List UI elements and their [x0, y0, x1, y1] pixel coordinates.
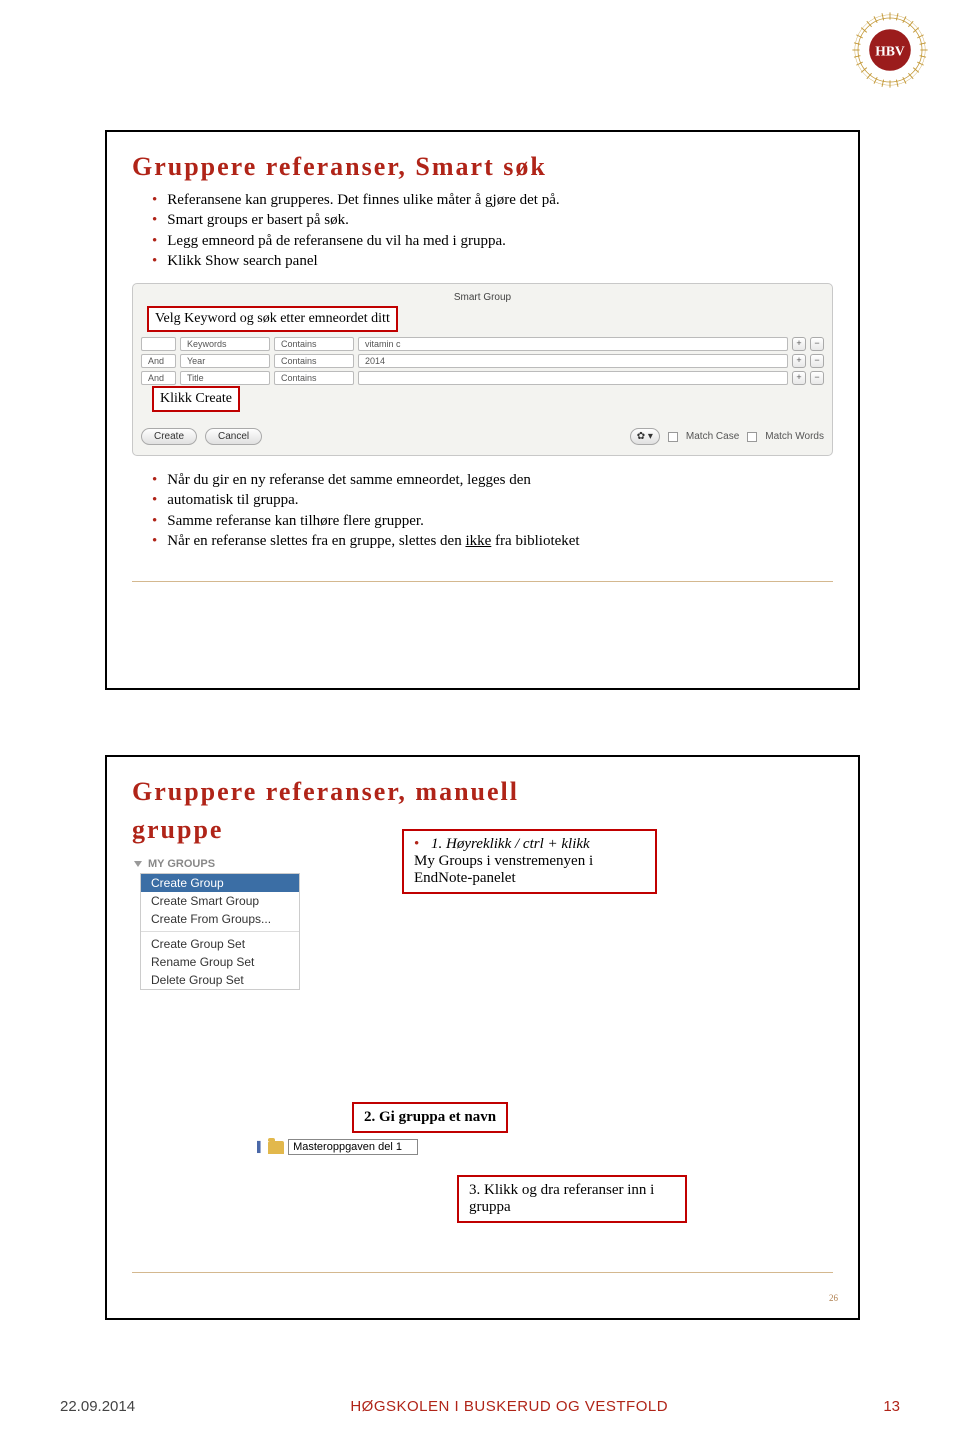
value-input[interactable]: vitamin c — [358, 337, 788, 351]
search-row: And Year Contains 2014 + − — [141, 354, 824, 368]
step3-text: 3. Klikk og dra referanser inn i gruppa — [469, 1182, 654, 1215]
bullet: automatisk til gruppa. — [152, 490, 833, 510]
value-input[interactable]: 2014 — [358, 354, 788, 368]
group-name-row: ▌ Masteroppgaven del 1 — [257, 1139, 418, 1155]
match-words-label: Match Words — [765, 431, 824, 442]
remove-row-icon[interactable]: − — [810, 337, 824, 351]
cancel-button[interactable]: Cancel — [205, 428, 262, 445]
add-row-icon[interactable]: + — [792, 371, 806, 385]
bullet: Legg emneord på de referansene du vil ha… — [152, 231, 833, 251]
search-row: And Title Contains + − — [141, 371, 824, 385]
menu-delete-group-set[interactable]: Delete Group Set — [141, 971, 299, 989]
label-create-callout: Klikk Create — [152, 386, 240, 412]
hbv-logo: HBV — [850, 10, 930, 90]
match-words-checkbox[interactable] — [747, 432, 757, 442]
remove-row-icon[interactable]: − — [810, 354, 824, 368]
bool-select[interactable]: And — [141, 371, 176, 385]
bool-select[interactable]: And — [141, 354, 176, 368]
remove-row-icon[interactable]: − — [810, 371, 824, 385]
label-keyword-callout: Velg Keyword og søk etter emneordet ditt — [147, 306, 398, 332]
step1-callout: 1. Høyreklikk / ctrl + klikk My Groups i… — [402, 829, 657, 894]
context-menu: Create Group Create Smart Group Create F… — [140, 873, 300, 990]
smart-group-screenshot: Velg Keyword og søk etter emneordet ditt… — [132, 283, 833, 456]
add-row-icon[interactable]: + — [792, 337, 806, 351]
my-groups-panel: MY GROUPS Create Group Create Smart Grou… — [132, 855, 302, 990]
match-case-label: Match Case — [686, 431, 739, 442]
footer-org: HØGSKOLEN I BUSKERUD OG VESTFOLD — [350, 1398, 668, 1415]
add-row-icon[interactable]: + — [792, 354, 806, 368]
slide2-title-l1: Gruppere referanser, manuell — [132, 777, 833, 807]
op-select[interactable]: Contains — [274, 337, 354, 351]
panel-bottom-bar: Create Cancel ✿ ▾ Match Case Match Words — [141, 428, 824, 445]
op-select[interactable]: Contains — [274, 354, 354, 368]
folder-icon — [268, 1141, 284, 1154]
step3-callout: 3. Klikk og dra referanser inn i gruppa — [457, 1175, 687, 1223]
bullet: Når du gir en ny referanse det samme emn… — [152, 470, 833, 490]
bullet: Samme referanse kan tilhøre flere gruppe… — [152, 511, 833, 531]
field-select[interactable]: Year — [180, 354, 270, 368]
menu-create-from-groups[interactable]: Create From Groups... — [141, 910, 299, 928]
footer-date: 22.09.2014 — [60, 1398, 135, 1415]
step2-callout: 2. Gi gruppa et navn — [352, 1102, 508, 1133]
menu-create-group-set[interactable]: Create Group Set — [141, 935, 299, 953]
bullet: Når en referanse slettes fra en gruppe, … — [152, 531, 833, 551]
slide1-title: Gruppere referanser, Smart søk — [132, 152, 833, 182]
field-select[interactable]: Keywords — [180, 337, 270, 351]
value-input[interactable] — [358, 371, 788, 385]
disclosure-triangle-icon[interactable] — [134, 861, 142, 867]
search-row: Keywords Contains vitamin c + − — [141, 337, 824, 351]
create-button[interactable]: Create — [141, 428, 197, 445]
group-name-input[interactable]: Masteroppgaven del 1 — [288, 1139, 418, 1155]
menu-create-smart-group[interactable]: Create Smart Group — [141, 892, 299, 910]
slide1-top-bullets: Referansene kan grupperes. Det finnes ul… — [152, 190, 833, 271]
op-select[interactable]: Contains — [274, 371, 354, 385]
my-groups-header[interactable]: MY GROUPS — [132, 855, 302, 873]
panel-title: Smart Group — [141, 292, 824, 303]
slide-manual-group: Gruppere referanser, manuell gruppe MY G… — [105, 755, 860, 1320]
slide-smart-search: Gruppere referanser, Smart søk Referanse… — [105, 130, 860, 690]
gear-icon[interactable]: ✿ ▾ — [630, 428, 660, 445]
my-groups-label: MY GROUPS — [148, 858, 215, 870]
slide1-bottom-bullets: Når du gir en ny referanse det samme emn… — [152, 470, 833, 551]
bullet: Referansene kan grupperes. Det finnes ul… — [152, 190, 833, 210]
slide-page-number: 26 — [829, 1293, 838, 1303]
field-select[interactable]: Title — [180, 371, 270, 385]
slide-divider — [132, 581, 833, 582]
slide-divider — [132, 1272, 833, 1273]
step1-text: 1. Høyreklikk / ctrl + klikk My Groups i… — [414, 836, 645, 887]
menu-rename-group-set[interactable]: Rename Group Set — [141, 953, 299, 971]
step2-text: 2. Gi gruppa et navn — [364, 1109, 496, 1125]
footer-page: 13 — [883, 1398, 900, 1415]
page-footer: 22.09.2014 HØGSKOLEN I BUSKERUD OG VESTF… — [0, 1398, 960, 1415]
match-case-checkbox[interactable] — [668, 432, 678, 442]
svg-text:HBV: HBV — [875, 44, 905, 59]
menu-create-group[interactable]: Create Group — [141, 874, 299, 892]
bullet: Klikk Show search panel — [152, 251, 833, 271]
bullet: Smart groups er basert på søk. — [152, 210, 833, 230]
